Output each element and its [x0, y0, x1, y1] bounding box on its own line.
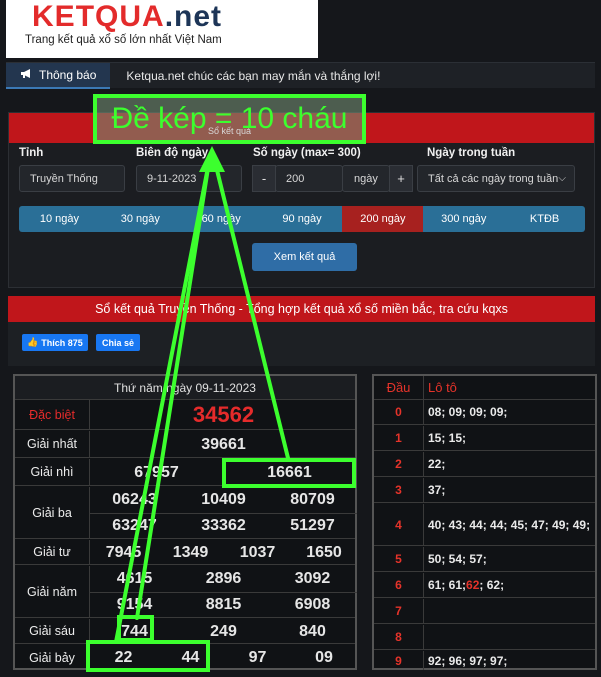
arrow-line [135, 160, 211, 620]
arrow-head [199, 146, 225, 172]
arrow-line [114, 160, 211, 644]
arrow-line [213, 160, 290, 460]
annotation-arrows [114, 146, 290, 644]
